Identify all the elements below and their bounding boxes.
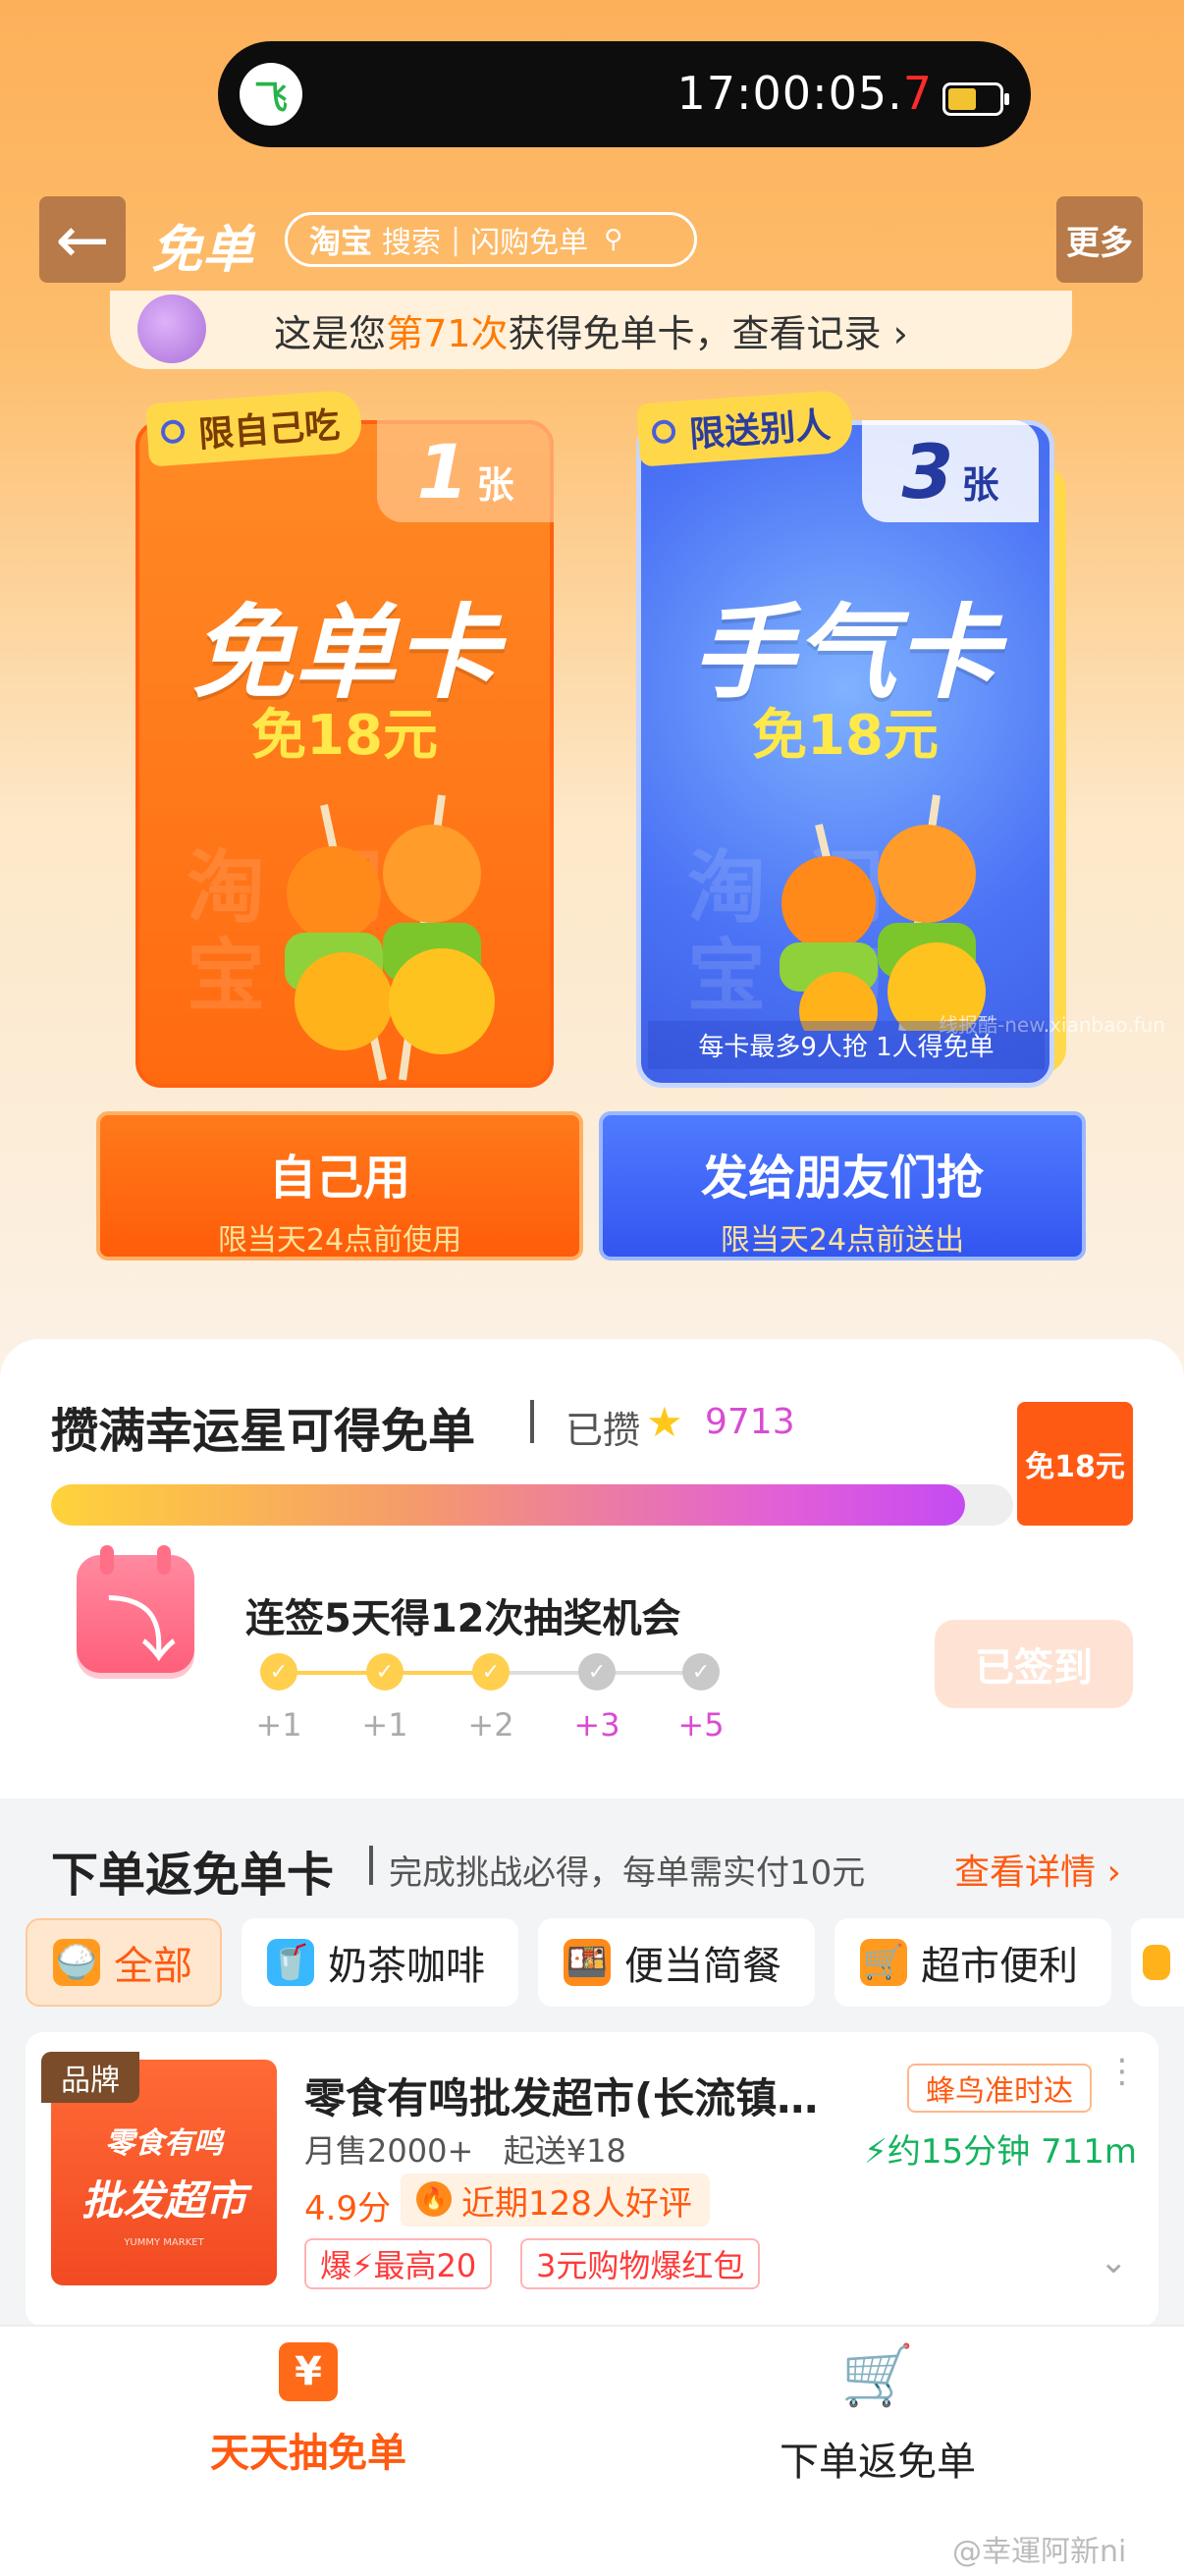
send-friends-sub: 限当天24点前送出 <box>720 1223 965 1258</box>
back-button[interactable]: ← <box>39 196 126 283</box>
signin-day-dot: ✓ <box>682 1653 720 1690</box>
free-card-value: 免18元 <box>251 704 438 768</box>
free-card-count: 1张 <box>377 420 554 522</box>
review-badge: 🔥 近期128人好评 <box>401 2174 710 2227</box>
free-ticket-badge: 免18元 <box>1017 1402 1133 1526</box>
shop-rating: 4.9分 <box>304 2189 392 2228</box>
delivery-time: ⚡约15分钟 711m <box>864 2132 1137 2172</box>
divider <box>369 1846 373 1885</box>
signin-day-reward: +3 <box>573 1706 620 1744</box>
lucky-saved-label: 已攒 <box>565 1409 641 1452</box>
use-self-label: 自己用 <box>268 1151 410 1206</box>
tab-bento[interactable]: 🍱 便当简餐 <box>538 1918 815 2007</box>
cart-icon: 🛒 <box>840 2341 915 2410</box>
search-icon: ⚲ <box>604 225 623 254</box>
signed-in-button[interactable]: 已签到 <box>935 1620 1133 1708</box>
lucky-card-count: 3张 <box>862 420 1039 522</box>
search-divider: | <box>451 222 461 257</box>
signin-day-reward: +1 <box>255 1706 302 1744</box>
star-icon: ★ <box>646 1398 683 1446</box>
tag-ring-icon <box>651 418 676 445</box>
signin-day-dot: ✓ <box>472 1653 510 1690</box>
signin-day-dot: ✓ <box>366 1653 404 1690</box>
skewer-icon <box>285 794 495 1081</box>
search-text: 闪购免单 <box>470 226 589 260</box>
record-bar[interactable]: 这是您 第71次 获得免单卡，查看记录 › <box>110 291 1072 369</box>
record-prefix: 这是您 <box>274 311 387 355</box>
signin-day-reward: +2 <box>467 1706 514 1744</box>
record-suffix: 获得免单卡，查看记录 › <box>508 311 908 355</box>
promo-tag: 爆⚡最高20 <box>304 2238 493 2289</box>
signin-day-dot: ✓ <box>260 1653 297 1690</box>
record-count: 第71次 <box>386 311 509 355</box>
status-pill: 飞 17:00:05.7 <box>218 41 1031 147</box>
nav-order-return-label: 下单返免单 <box>780 2440 976 2485</box>
taobao-brand: 淘宝 <box>309 223 373 260</box>
drink-cup-icon: 🥤 <box>267 1939 314 1986</box>
tab-more-partial[interactable] <box>1131 1918 1184 2007</box>
shop-meta: 月售2000+ 起送¥18 <box>304 2132 626 2170</box>
nav-daily-draw[interactable]: ¥ 天天抽免单 <box>102 2336 514 2478</box>
signin-day-reward: +1 <box>361 1706 408 1744</box>
fire-icon: 🔥 <box>416 2181 452 2217</box>
rice-bowl-icon: 🍚 <box>53 1939 100 1986</box>
search-box[interactable]: 淘宝 搜索 | 闪购免单 ⚲ <box>285 212 697 267</box>
tab-tea-coffee[interactable]: 🥤 奶茶咖啡 <box>242 1918 518 2007</box>
lucky-star-count: 9713 <box>705 1402 795 1442</box>
more-options-icon[interactable]: ⋮ <box>1105 2055 1139 2088</box>
yen-icon: ¥ <box>279 2342 338 2401</box>
signin-title: 连签5天得12次抽奖机会 <box>245 1596 681 1641</box>
send-friends-label: 发给朋友们抢 <box>700 1151 984 1206</box>
weibo-watermark: @幸運阿新ni <box>952 2535 1127 2569</box>
category-icon <box>1143 1945 1170 1980</box>
promo-tag: 3元购物爆红包 <box>520 2238 761 2289</box>
lucky-progress-bar <box>51 1484 1013 1526</box>
use-self-sub: 限当天24点前使用 <box>217 1223 462 1258</box>
trophy-icon <box>137 295 206 363</box>
nav-order-return[interactable]: 🛒 下单返免单 <box>672 2336 1084 2487</box>
chevron-down-icon[interactable]: ⌄ <box>1100 2242 1128 2281</box>
lucky-card-value: 免18元 <box>752 704 939 768</box>
view-details-link[interactable]: 查看详情 › <box>954 1844 1121 1895</box>
send-friends-button[interactable]: 发给朋友们抢 限当天24点前送出 <box>599 1111 1086 1261</box>
more-button[interactable]: 更多 <box>1056 196 1143 283</box>
search-label: 搜索 <box>382 226 442 260</box>
tag-ring-icon <box>160 418 186 445</box>
skewer-icon <box>780 794 986 1031</box>
signin-day-reward: +5 <box>677 1706 725 1744</box>
back-arrow-icon: ← <box>55 201 110 278</box>
app-logo-icon: 飞 <box>240 63 302 126</box>
nav-daily-draw-label: 天天抽免单 <box>210 2431 406 2476</box>
order-title: 下单返免单卡 <box>51 1848 335 1903</box>
shop-icon: 🛒 <box>860 1939 907 1986</box>
lucky-progress-fill <box>51 1484 965 1526</box>
shop-name[interactable]: 零食有鸣批发超市(长流镇… <box>304 2066 818 2125</box>
clock: 17:00:05.7 <box>676 67 933 120</box>
tab-all[interactable]: 🍚 全部 <box>26 1918 222 2007</box>
battery-icon <box>942 82 1009 116</box>
page-title: 免单 <box>151 221 254 280</box>
delivery-badge: 蜂鸟准时达 <box>907 2064 1092 2113</box>
lucky-title: 攒满幸运星可得免单 <box>51 1404 476 1459</box>
bento-icon: 🍱 <box>564 1939 611 1986</box>
tab-supermarket[interactable]: 🛒 超市便利 <box>834 1918 1111 2007</box>
use-self-button[interactable]: 自己用 限当天24点前使用 <box>96 1111 583 1261</box>
calendar-bolt-icon: ⤵ <box>77 1545 194 1673</box>
lucky-card-note: 每卡最多9人抢 1人得免单 <box>648 1021 1045 1069</box>
order-subtitle: 完成挑战必得，每单需实付10元 <box>389 1853 866 1893</box>
brand-badge: 品牌 <box>41 2052 139 2103</box>
divider <box>530 1400 534 1443</box>
signin-day-dot: ✓ <box>578 1653 616 1690</box>
